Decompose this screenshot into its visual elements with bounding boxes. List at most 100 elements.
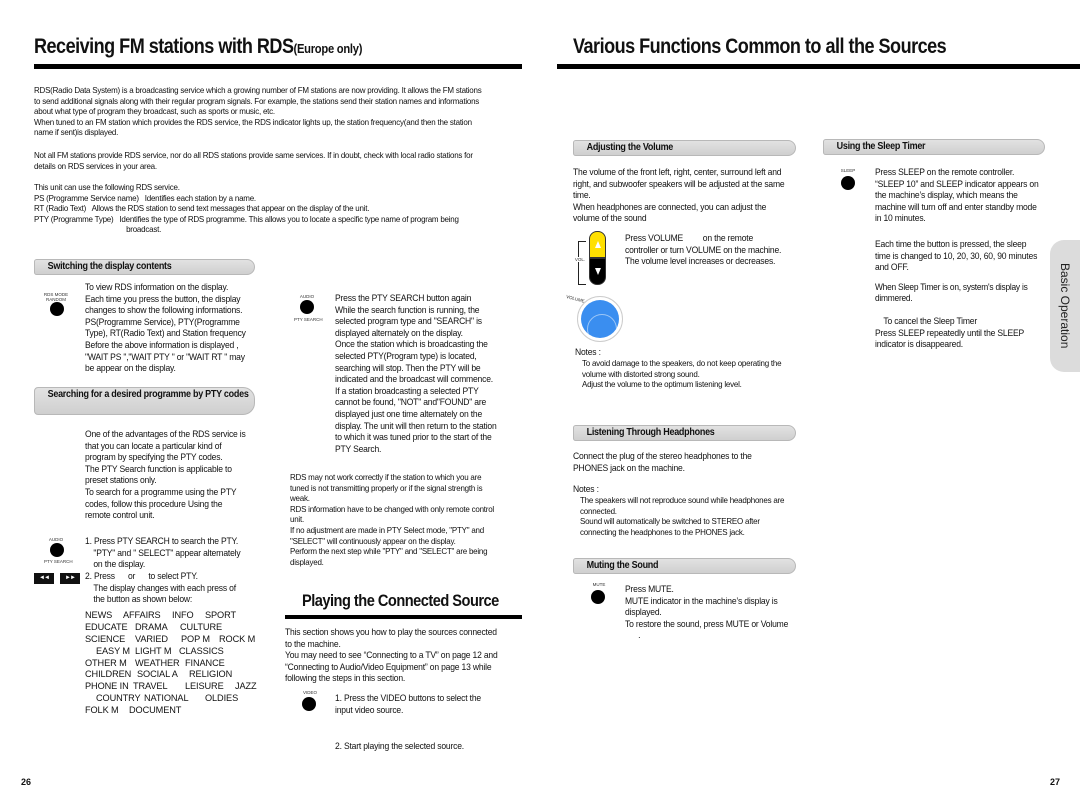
text-line: in 10 minutes. xyxy=(875,213,926,224)
pty-code-row: PHONE IN TRAVEL LEISURE JAZZ xyxy=(85,681,285,693)
pty-code: CULTURE xyxy=(180,621,223,632)
pty-code: TRAVEL xyxy=(133,681,168,692)
sleep-heading: Using the Sleep Timer xyxy=(823,139,1045,155)
text-line: “Connecting to Audio/Video Equipment” on… xyxy=(285,661,492,672)
text-line: displayed just one time alternately on t… xyxy=(335,408,483,419)
skip-forward-button[interactable]: ►► xyxy=(60,573,80,584)
rds-mode-button-label: RDS MODE RANDOM xyxy=(43,292,69,302)
video-button[interactable] xyxy=(302,697,316,711)
text-line: machine will turn off and enter standby … xyxy=(875,201,1037,212)
headphones-notes-label: Notes : xyxy=(573,484,599,494)
text-line: selected PTY(Program type) is located, xyxy=(335,350,477,361)
pty-code: PHONE IN xyxy=(85,681,129,692)
intro-paragraph: RDS(Radio Data System) is a broadcasting… xyxy=(34,85,518,138)
pty-code: FINANCE xyxy=(185,657,225,668)
note-line: To avoid damage to the speakers, do not … xyxy=(582,358,782,368)
text-line: . xyxy=(625,630,641,641)
mute-button-label: MUTE xyxy=(592,582,606,587)
text-line: To view RDS information on the display. xyxy=(85,282,229,292)
sleep-text-1: Press SLEEP on the remote controller. “S… xyxy=(875,167,1047,225)
pty-code: LIGHT M xyxy=(135,645,172,656)
pty-code-row: EDUCATE DRAMA CULTURE xyxy=(85,622,285,634)
pty-code-list: NEWS AFFAIRS INFO SPORT EDUCATE DRAMA CULTURE S… xyxy=(85,610,285,717)
text-line: To search for a programme using the PTY xyxy=(85,486,237,497)
text-line: volume of the sound xyxy=(573,213,647,224)
text-line: and OFF. xyxy=(875,262,909,273)
note-line: The speakers will not reproduce sound wh… xyxy=(580,495,785,505)
volume-knob-face xyxy=(581,300,619,338)
text-line: 1. Press PTY SEARCH to search the PTY. xyxy=(85,536,239,546)
text-line: While the search function is running, th… xyxy=(335,304,480,315)
text-line: This section shows you how to play the s… xyxy=(285,627,497,637)
text-line: preset stations only. xyxy=(85,475,157,486)
pty-code: JAZZ xyxy=(235,681,257,692)
skip-back-icon: ◄◄ xyxy=(39,575,50,581)
connected-step1: 1. Press the VIDEO buttons to select the… xyxy=(335,693,512,716)
text-line: input video source. xyxy=(335,704,404,715)
text-line: Each time the button is pressed, the sle… xyxy=(875,239,1027,249)
rds-services: This unit can use the following RDS serv… xyxy=(34,182,518,235)
pty-step2: 2. Press or to select PTY. The display c… xyxy=(85,571,271,606)
text-line: When headphones are connected, you can a… xyxy=(573,201,767,212)
note-line: volume with distorted strong sound. xyxy=(582,368,700,379)
text-line: One of the advantages of the RDS service… xyxy=(85,429,246,439)
arrow-up-icon xyxy=(594,241,601,248)
text-line: to the machine. xyxy=(285,638,341,649)
text-line: displayed. xyxy=(625,607,662,618)
connected-source-title: Playing the Connected Source xyxy=(302,591,499,610)
text-line: "PTY" and " SELECT" appear alternately xyxy=(93,547,241,558)
headphones-text: Connect the plug of the stereo headphone… xyxy=(573,451,792,474)
sleep-button[interactable] xyxy=(841,176,855,190)
note-line: Not all FM stations provide RDS service,… xyxy=(34,150,473,160)
text-line: indicator is disappeared. xyxy=(875,339,963,350)
title-suffix: (Europe only) xyxy=(293,41,363,56)
skip-back-button[interactable]: ◄◄ xyxy=(34,573,54,584)
intro-line: RDS(Radio Data System) is a broadcasting… xyxy=(34,85,482,95)
heading-text: Searching for a desired programme by PTY… xyxy=(47,389,249,400)
text-line: You may need to see “Connecting to a TV”… xyxy=(285,650,498,661)
note-line: displayed. xyxy=(290,556,324,567)
volume-heading: Adjusting the Volume xyxy=(573,140,796,156)
mute-text: Press MUTE. MUTE indicator in the machin… xyxy=(625,584,797,642)
pty-code: INFO xyxy=(172,610,194,620)
skip-forward-icon: ►► xyxy=(65,575,76,581)
mute-heading: Muting the Sound xyxy=(573,558,796,574)
pty-code: FOLK M xyxy=(85,705,119,716)
mute-button[interactable] xyxy=(591,590,605,604)
text-line: be appear on the display. xyxy=(85,363,176,374)
intro-line: When tuned to an FM station which provid… xyxy=(34,116,472,127)
pty-search-button-again[interactable] xyxy=(300,300,314,314)
volume-down-button[interactable] xyxy=(589,258,606,285)
section-tab[interactable]: Basic Operation xyxy=(1050,240,1080,372)
heading-text: Switching the display contents xyxy=(47,261,172,272)
note-line: weak. xyxy=(290,493,310,504)
connected-step2: 2. Start playing the selected source. xyxy=(335,741,464,751)
service-rt: RT (Radio Text) Allows the RDS station t… xyxy=(34,203,518,214)
service-term: RT (Radio Text) xyxy=(34,203,87,214)
pty-code: CHILDREN xyxy=(85,669,132,680)
text-line: Press SLEEP repeatedly until the SLEEP xyxy=(875,327,1025,338)
pty-code-row: CHILDREN SOCIAL A RELIGION xyxy=(85,669,285,681)
cancel-title: To cancel the Sleep Timer xyxy=(883,316,978,326)
rds-mode-button[interactable] xyxy=(50,302,64,316)
rds-notes: RDS may not work correctly if the statio… xyxy=(290,472,513,567)
note-line: Sound will automatically be switched to … xyxy=(580,516,760,527)
note-line: details on RDS services in your area. xyxy=(34,160,157,171)
volume-up-button[interactable] xyxy=(589,231,606,258)
text-line: display. The unit will then return to th… xyxy=(335,420,497,431)
text-line: When Sleep Timer is on, system's display… xyxy=(875,282,1028,292)
service-desc-cont: broadcast. xyxy=(126,224,162,235)
pty-code-row: OTHER M WEATHER FINANCE xyxy=(85,658,285,670)
pty-search-button[interactable] xyxy=(50,543,64,557)
text-line: Press the PTY SEARCH button again xyxy=(335,293,472,303)
text-line: following the steps in this section. xyxy=(285,673,406,684)
headphones-heading: Listening Through Headphones xyxy=(573,425,796,441)
pty-code: CLASSICS xyxy=(179,645,224,656)
text-line: codes, follow this procedure Using the xyxy=(85,498,223,509)
pty-code: DOCUMENT xyxy=(129,705,182,716)
text-line: "WAIT PS ","WAIT PTY " or "WAIT RT " may xyxy=(85,351,245,362)
volume-knob[interactable] xyxy=(577,296,623,342)
note-line: RDS may not work correctly if the statio… xyxy=(290,472,482,482)
text-line: to which it was tuned prior to the start… xyxy=(335,432,492,443)
sleep-cancel: To cancel the Sleep Timer Press SLEEP re… xyxy=(875,316,1047,351)
